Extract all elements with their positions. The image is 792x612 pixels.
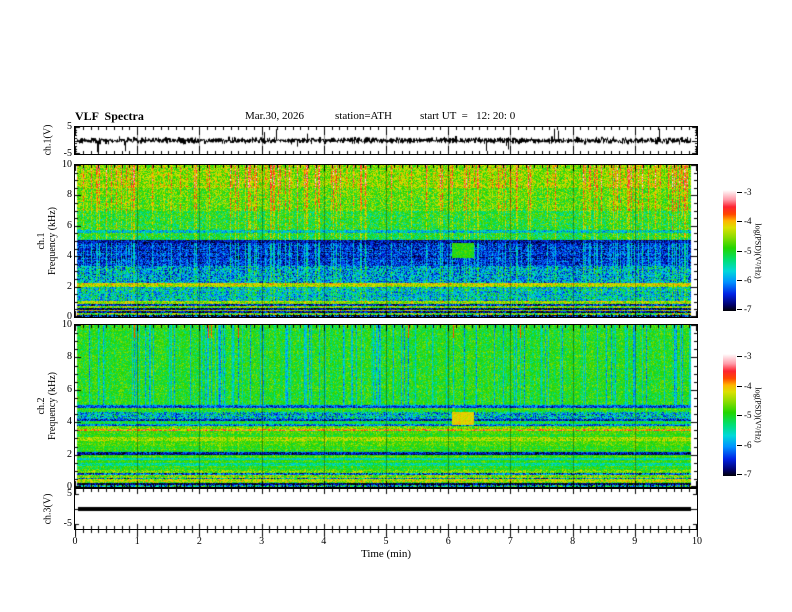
colorbar-tick-mark (737, 192, 742, 193)
time-tick-label: 2 (196, 536, 202, 547)
spec1-frequency-tick-label: 8 (67, 189, 72, 201)
colorbar-tick-label: -5 (744, 410, 752, 420)
time-tick-label: 9 (632, 536, 638, 547)
plot-station: station=ATH (335, 110, 392, 122)
spec1-frequency-tick-label: 6 (67, 219, 72, 231)
spec2-frequency-tick-label: 6 (67, 383, 72, 395)
colorbar-tick-label: -6 (744, 274, 752, 285)
colorbar-tick-label: -4 (744, 380, 752, 391)
time-tick-label: 5 (383, 536, 389, 547)
colorbar-unit-label: log(PSD)(V²/Hz) (753, 387, 763, 443)
colorbar-tick-label: -3 (744, 351, 752, 361)
colorbar-tick-label: -7 (744, 469, 752, 479)
ch1-frequency-axis-label: ch.1 Frequency (kHz) (36, 207, 58, 275)
colorbar-tick-mark (737, 444, 742, 446)
spec1-frequency-tick-label: 2 (67, 280, 72, 292)
spec2-frequency-tick-label: 8 (67, 351, 72, 363)
time-tick-label: 0 (72, 536, 78, 547)
colorbar-tick-label: -7 (744, 304, 752, 314)
colorbar-ch1: -3 -4 -5 -6 -7 log(PSD)(V²/Hz) (723, 187, 783, 314)
colorbar-gradient (723, 354, 736, 476)
time-axis-label: Time (min) (360, 548, 411, 560)
ch2-frequency-axis-line2: Frequency (kHz) (47, 371, 58, 441)
plot-start-ut: start UT = 12: 20: 0 (420, 110, 516, 122)
spec2-frequency-tick-label: 10 (62, 319, 72, 330)
time-tick-label: 8 (570, 536, 576, 547)
time-tick-label: 7 (507, 536, 513, 547)
ch3-waveform-canvas (75, 489, 697, 529)
colorbar-tick-label: -6 (744, 439, 752, 450)
colorbar-gradient (723, 190, 736, 311)
ch2-spectrogram-canvas (75, 325, 697, 487)
colorbar-tick-mark (737, 474, 742, 475)
colorbar-tick-label: -5 (744, 245, 752, 256)
ch1-spectrogram-panel (74, 164, 698, 318)
ch3-voltage-tick-label: 5 (67, 487, 72, 499)
colorbar-unit-label: log(PSD)(V²/Hz) (753, 222, 763, 279)
ch2-frequency-axis-label: ch.2 Frequency (kHz) (36, 372, 58, 440)
time-tick-label: 6 (445, 536, 451, 547)
colorbar-tick-mark (737, 309, 742, 310)
colorbar-tick-mark (737, 221, 742, 223)
ch2-spectrogram-panel (74, 324, 698, 488)
colorbar-tick-mark (737, 356, 742, 357)
spec1-frequency-tick-label: 4 (67, 250, 72, 262)
colorbar-tick-label: -4 (744, 216, 752, 227)
colorbar-tick-mark (737, 279, 742, 281)
colorbar-tick-mark (737, 250, 742, 252)
ch1-frequency-axis-line1: ch.1 (36, 232, 47, 250)
colorbar-tick-mark (737, 415, 742, 416)
plot-title: VLF Spectra (75, 109, 144, 123)
time-tick-label: 10 (692, 536, 702, 547)
ch3-waveform-panel (74, 488, 698, 530)
ch1-waveform-panel (74, 126, 698, 155)
time-tick-label: 3 (259, 536, 265, 547)
spec1-frequency-tick-label: 10 (62, 159, 72, 170)
colorbar-ch2: -3 -4 -5 -6 -7 log(PSD)(V²/Hz) (723, 351, 783, 479)
ch1-frequency-axis-line2: Frequency (kHz) (47, 206, 58, 276)
plot-date: Mar.30, 2026 (245, 110, 304, 122)
spec2-frequency-tick-label: 2 (67, 448, 72, 460)
spec2-frequency-tick-label: 4 (67, 416, 72, 428)
ch2-frequency-axis-line1: ch.2 (36, 397, 47, 415)
time-tick-label: 1 (134, 536, 140, 547)
vlf-spectra-figure: VLF Spectra Mar.30, 2026 station=ATH sta… (0, 0, 792, 612)
ch3-voltage-tick-label: -5 (63, 518, 72, 530)
colorbar-tick-label: -3 (744, 187, 752, 197)
time-tick-label: 4 (321, 536, 327, 547)
ch1-voltage-tick-label: 5 (67, 121, 72, 132)
colorbar-tick-mark (737, 385, 742, 387)
ch1-spectrogram-canvas (75, 165, 697, 317)
ch1-waveform-canvas (75, 127, 697, 154)
